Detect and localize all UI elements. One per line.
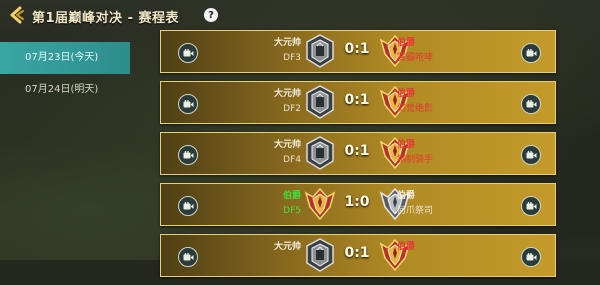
left-player-name: 大元帅 [273, 38, 301, 48]
left-player-name: 大元帅 [273, 140, 301, 150]
match-score: 0:1 [344, 143, 370, 159]
right-player: 伯爵 幻觉绝影 [397, 88, 433, 116]
replay-video-icon [526, 99, 536, 107]
right-replay-button[interactable] [521, 94, 541, 114]
left-player-team: DF3 [283, 53, 301, 63]
left-player: 大元帅 DF2 [274, 88, 301, 116]
replay-video-icon [526, 252, 536, 260]
left-player-name: 大元帅 [273, 242, 301, 252]
match-row[interactable]: 大元帅 DF4 0:1 伯爵钢制骑手 [160, 132, 556, 175]
left-rank-crest-icon [304, 187, 336, 221]
right-player: 伯爵 [397, 241, 415, 255]
date-tab-tomorrow[interactable]: 07月24日(明天) [0, 74, 130, 106]
match-score: 0:1 [344, 245, 370, 261]
left-replay-button[interactable] [178, 94, 198, 114]
replay-video-icon [183, 48, 193, 56]
right-player: 伯爵 河爪祭司 [397, 190, 433, 218]
left-player: 大元帅 [274, 241, 301, 255]
header-bar: 第1届巅峰对决 - 赛程表 ? [0, 0, 600, 32]
right-player: 伯爵 钢制骑手 [397, 139, 433, 167]
date-sidebar: 07月23日(今天) 07月24日(明天) [0, 42, 130, 106]
help-icon[interactable]: ? [204, 8, 218, 22]
page-title: 第1届巅峰对决 - 赛程表 [32, 11, 179, 26]
right-replay-button[interactable] [521, 145, 541, 165]
replay-video-icon [183, 99, 193, 107]
left-rank-crest-icon [304, 136, 336, 170]
right-player: 伯爵 雾霾咆哮 [397, 37, 433, 65]
date-tab-today[interactable]: 07月23日(今天) [0, 42, 130, 74]
match-score: 0:1 [344, 92, 370, 108]
match-row[interactable]: 大元帅 0:1 伯爵 [160, 234, 556, 277]
left-player: 大元帅 DF4 [274, 139, 301, 167]
right-player-team: 河爪祭司 [397, 206, 434, 216]
left-replay-button[interactable] [178, 247, 198, 267]
back-button[interactable] [6, 4, 28, 26]
replay-video-icon [183, 201, 193, 209]
right-player-name: 伯爵 [397, 191, 416, 201]
left-rank-crest-icon [304, 34, 336, 68]
replay-video-icon [183, 252, 193, 260]
right-replay-button[interactable] [521, 43, 541, 63]
right-player-name: 伯爵 [397, 38, 416, 48]
right-player-name: 伯爵 [397, 140, 416, 150]
replay-video-icon [526, 150, 536, 158]
right-replay-button[interactable] [521, 196, 541, 216]
match-list: 大元帅 DF3 0:1 伯爵 雾霾咆哮 大元帅 DF2 0:1 伯爵 幻觉绝影 大元帅 DF4 0:1 伯… [160, 30, 556, 285]
left-rank-crest-icon [304, 238, 336, 272]
match-row[interactable]: 大元帅 DF3 0:1 伯爵雾霾咆哮 [160, 30, 556, 73]
left-player-team: DF2 [283, 104, 301, 114]
match-score: 0:1 [344, 41, 370, 57]
replay-video-icon [526, 201, 536, 209]
match-row[interactable]: 大元帅 DF2 0:1 伯爵幻觉绝影 [160, 81, 556, 124]
left-replay-button[interactable] [178, 145, 198, 165]
right-replay-button[interactable] [521, 247, 541, 267]
replay-video-icon [526, 48, 536, 56]
right-player-name: 伯爵 [397, 89, 416, 99]
left-player: 大元帅 DF3 [274, 37, 301, 65]
chevron-left-icon [10, 6, 24, 24]
left-player-name: 大元帅 [273, 89, 301, 99]
left-player-team: DF4 [283, 155, 301, 165]
right-player-name: 伯爵 [397, 242, 416, 252]
left-replay-button[interactable] [178, 43, 198, 63]
match-score: 1:0 [344, 194, 370, 210]
match-row[interactable]: 伯爵 DF5 1:0 伯爵河爪祭司 [160, 183, 556, 226]
right-player-team: 雾霾咆哮 [397, 53, 434, 63]
right-player-team: 钢制骑手 [397, 155, 434, 165]
left-player-name: 伯爵 [282, 191, 301, 201]
left-rank-crest-icon [304, 85, 336, 119]
left-player-team: DF5 [283, 206, 301, 216]
replay-video-icon [183, 150, 193, 158]
right-player-team: 幻觉绝影 [397, 104, 434, 114]
left-replay-button[interactable] [178, 196, 198, 216]
left-player: 伯爵 DF5 [283, 190, 301, 218]
